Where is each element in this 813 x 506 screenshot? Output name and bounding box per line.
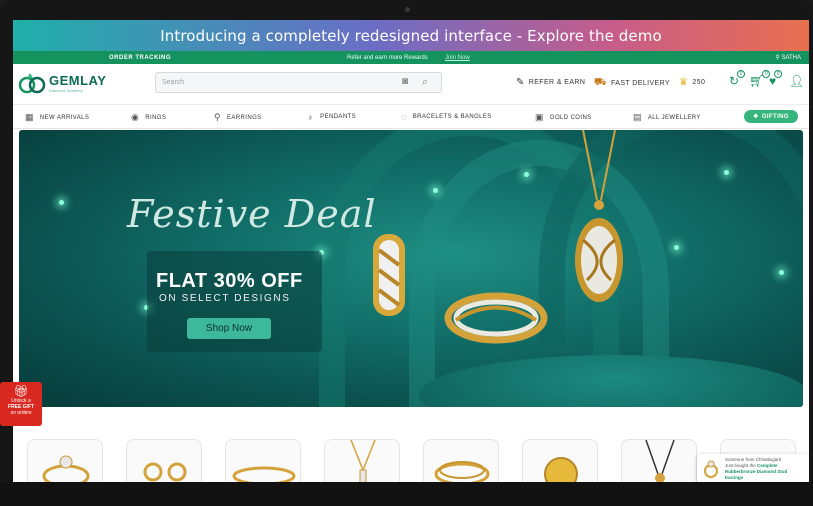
festive-script-title: Festive Deal bbox=[127, 192, 377, 236]
history-icon[interactable]: ↻ 0 bbox=[729, 70, 746, 88]
cart-icon[interactable]: 🛒︎ 0 bbox=[749, 70, 771, 88]
sparkle bbox=[59, 200, 64, 205]
category-card[interactable] bbox=[27, 439, 103, 482]
gold-coin-thumb bbox=[544, 457, 578, 482]
ring-icon: ◉ bbox=[131, 112, 140, 122]
nav-label: EARRINGS bbox=[227, 114, 262, 121]
gift-icon: ❖ bbox=[753, 114, 759, 120]
nav-label: ALL JEWELLERY bbox=[647, 114, 701, 121]
logo-name: GEMLAY bbox=[49, 73, 107, 88]
sparkle bbox=[524, 172, 529, 177]
offer-headline: FLAT 30% OFF bbox=[156, 270, 303, 292]
search-input[interactable]: Search bbox=[162, 79, 184, 86]
site-header: GEMLAY Diamond Jewellery Search ◙ ⌕ ✎ RE… bbox=[13, 64, 809, 105]
nav-earrings[interactable]: ⚲ EARRINGS bbox=[214, 112, 262, 123]
order-tracking-link[interactable]: ORDER TRACKING bbox=[109, 55, 171, 61]
nav-rings[interactable]: ◉ RINGS bbox=[131, 112, 166, 123]
promo-link[interactable]: Join Now bbox=[445, 55, 470, 61]
nav-label: RINGS bbox=[145, 114, 167, 121]
wishlist-icon[interactable]: ♥ 0 bbox=[769, 70, 783, 88]
refer-earn-link[interactable]: ✎ REFER & EARN bbox=[516, 77, 585, 88]
truck-icon: ⛟ bbox=[594, 77, 607, 88]
ring-image bbox=[373, 234, 405, 316]
earring-icon: ⚲ bbox=[214, 112, 221, 122]
account-icon[interactable]: 👤︎ bbox=[789, 74, 804, 88]
free-gift-badge[interactable]: 🎁︎ Unlock a FREE GIFT on orders bbox=[0, 382, 42, 426]
top-strip: ORDER TRACKING Refer and earn more Rewar… bbox=[13, 51, 809, 64]
hero-banner[interactable]: Festive Deal FLAT 30% OFF ON SELECT DESI… bbox=[19, 130, 803, 407]
points-indicator[interactable]: ♛ 250 bbox=[679, 77, 705, 88]
nav-bracelets[interactable]: ◌ BRACELETS & BANGLES bbox=[401, 112, 492, 122]
promo-text: Refer and earn more Rewards bbox=[347, 54, 428, 61]
announcement-banner[interactable]: Introducing a completely redesigned inte… bbox=[13, 20, 809, 51]
banner-text: Introducing a completely redesigned inte… bbox=[160, 26, 662, 45]
gift-box-icon: 🎁︎ bbox=[13, 384, 29, 398]
sparkle bbox=[674, 245, 679, 250]
coin-box-icon: ▣ bbox=[535, 112, 544, 122]
location-label: SATHA bbox=[781, 55, 801, 61]
category-card[interactable] bbox=[423, 439, 499, 482]
category-card[interactable] bbox=[225, 439, 301, 482]
category-nav: ▦ NEW ARRIVALS ◉ RINGS ⚲ EARRINGS ♁ PENDANTS… bbox=[13, 105, 809, 129]
nav-new-arrivals[interactable]: ▦ NEW ARRIVALS bbox=[25, 112, 89, 123]
nav-pendants[interactable]: ♁ PENDANTS bbox=[307, 112, 356, 122]
shop-now-button[interactable]: Shop Now bbox=[187, 318, 271, 339]
nav-all-jewellery[interactable]: ▤ ALL JEWELLERY bbox=[633, 112, 701, 123]
category-carousel bbox=[13, 436, 809, 482]
wishlist-badge: 0 bbox=[774, 70, 783, 78]
nav-label: BRACELETS & BANGLES bbox=[412, 114, 492, 120]
webcam bbox=[405, 7, 410, 12]
category-card[interactable] bbox=[621, 439, 697, 482]
gifting-label: GIFTING bbox=[761, 113, 789, 120]
logo-icon bbox=[18, 73, 46, 94]
pendant-image bbox=[575, 130, 623, 302]
bracelet-thumb bbox=[232, 466, 296, 482]
camera-search-icon[interactable]: ◙ bbox=[402, 76, 408, 87]
grid-icon: ▤ bbox=[633, 112, 642, 122]
brand-logo[interactable]: GEMLAY Diamond Jewellery bbox=[18, 71, 106, 95]
search-icon[interactable]: ⌕ bbox=[422, 76, 428, 89]
refer-label: REFER & EARN bbox=[528, 79, 586, 86]
nav-gold-coins[interactable]: ▣ GOLD COINS bbox=[535, 112, 592, 123]
laptop-frame: Introducing a completely redesigned inte… bbox=[0, 0, 813, 506]
sparkle bbox=[779, 270, 784, 275]
tag-icon: ✎ bbox=[516, 77, 525, 88]
gift-line-3: on orders bbox=[10, 410, 32, 416]
nav-label: NEW ARRIVALS bbox=[39, 114, 90, 121]
fast-delivery-link[interactable]: ⛟ FAST DELIVERY bbox=[594, 77, 670, 90]
search-bar[interactable]: Search ◙ ⌕ bbox=[155, 72, 442, 93]
pendant-icon: ♁ bbox=[307, 112, 315, 122]
delivery-label: FAST DELIVERY bbox=[610, 80, 671, 87]
logo-tagline: Diamond Jewellery bbox=[49, 88, 83, 93]
bangle-icon: ◌ bbox=[401, 112, 407, 122]
bangle-thumb bbox=[434, 461, 490, 482]
new-arrivals-icon: ▦ bbox=[25, 112, 34, 122]
recent-purchase-popup[interactable]: Someone from Chhattisgarh Just bought th… bbox=[697, 454, 809, 482]
offer-subline: ON SELECT DESIGNS bbox=[159, 293, 291, 304]
sparkle bbox=[433, 188, 438, 193]
category-card[interactable] bbox=[126, 439, 202, 482]
coin-icon: ♛ bbox=[679, 77, 689, 88]
browser-screen: Introducing a completely redesigned inte… bbox=[13, 20, 809, 482]
nav-label: PENDANTS bbox=[320, 114, 357, 120]
earring-thumb bbox=[143, 462, 187, 482]
mangalsutra-thumb bbox=[645, 439, 675, 482]
points-value: 250 bbox=[692, 79, 706, 86]
nav-label: GOLD COINS bbox=[549, 114, 592, 121]
location-selector[interactable]: ⚲ SATHA bbox=[775, 54, 801, 61]
pendant-thumb bbox=[350, 439, 376, 482]
ring-thumb bbox=[704, 460, 718, 478]
ring-image bbox=[444, 292, 548, 344]
category-card[interactable] bbox=[324, 439, 400, 482]
gifting-button[interactable]: ❖ GIFTING bbox=[744, 110, 798, 123]
sparkle bbox=[724, 170, 729, 175]
category-card[interactable] bbox=[522, 439, 598, 482]
history-badge: 0 bbox=[737, 70, 746, 78]
popup-line-2: Just bought the bbox=[725, 462, 756, 468]
laptop-bezel-bottom bbox=[0, 482, 813, 506]
ring-thumb bbox=[42, 455, 90, 482]
